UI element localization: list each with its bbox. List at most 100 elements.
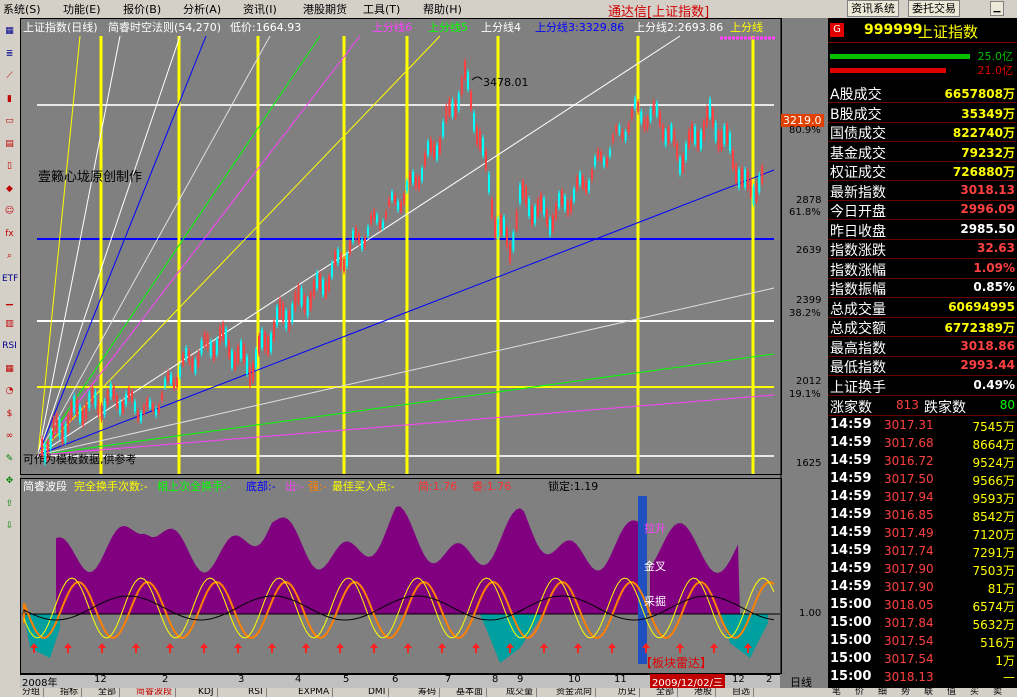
bottom-tab[interactable]: 全部 [98, 688, 121, 697]
buy-arrow-icon [370, 643, 378, 653]
candle-body [488, 174, 490, 192]
stat-value: 2996.09 [960, 202, 1015, 216]
people-icon[interactable]: ☺ [2, 204, 17, 218]
chart-icon[interactable]: ▥ [2, 317, 17, 331]
bottom-tab[interactable]: DMI [368, 688, 390, 697]
search-icon[interactable]: ⌕ [2, 249, 17, 263]
list-icon[interactable]: ≣ [2, 47, 17, 61]
menu-system[interactable]: 系统(S) [3, 1, 41, 17]
candle-body [406, 181, 408, 191]
menu-analysis[interactable]: 分析(A) [183, 1, 221, 17]
panel-tab[interactable]: 值 [947, 688, 956, 697]
line-chart-icon[interactable]: ⟋ [2, 69, 17, 83]
candle-icon[interactable]: ▮ [2, 92, 17, 106]
up-icon[interactable]: ⇧ [2, 497, 17, 511]
stat-value: 0.85% [973, 280, 1015, 294]
candle-body [445, 106, 448, 122]
x-label-1: 12 [94, 674, 107, 685]
candle-body [694, 126, 696, 144]
tick-price: 3018.13 [884, 670, 934, 684]
bottom-tab[interactable]: 成交量 [506, 688, 538, 697]
pencil-icon[interactable]: ✎ [2, 452, 17, 466]
panel-tab[interactable]: 价 [855, 688, 864, 697]
gift-icon[interactable]: ◆ [2, 182, 17, 196]
candle-body [215, 339, 218, 355]
tick-price: 3017.74 [884, 544, 934, 558]
tick-time: 14:59 [830, 525, 872, 540]
candle-body [282, 303, 285, 322]
page-icon[interactable]: ▯ [2, 159, 17, 173]
fx-icon[interactable]: fx [2, 227, 17, 241]
vol-icon[interactable]: ▁ [2, 294, 17, 308]
menu-quote[interactable]: 报价(B) [123, 1, 161, 17]
candle-body [627, 123, 630, 133]
bottom-tab[interactable]: KDJ [198, 688, 218, 697]
bottom-tab[interactable]: 资金流向 [556, 688, 597, 697]
table-icon[interactable]: ▤ [2, 137, 17, 151]
sector-radar-button[interactable]: 【板块雷达】 [640, 654, 712, 671]
k-line-chart[interactable] [20, 18, 828, 697]
indicator-item-3: 出:- [285, 480, 304, 493]
menu-tools[interactable]: 工具(T) [363, 1, 400, 17]
minimize-icon[interactable]: ▁ [990, 1, 1004, 16]
candle-body [264, 332, 266, 351]
y-label-indicator: 1.00 [799, 608, 822, 619]
candle-body [755, 184, 758, 202]
menu-help[interactable]: 帮助(H) [423, 1, 462, 17]
bottom-tab[interactable]: RSI [248, 688, 267, 697]
pie-icon[interactable]: ◔ [2, 384, 17, 398]
stat-label: 基金成交 [830, 145, 886, 162]
panel-tab[interactable]: 联 [924, 688, 933, 697]
down-count-value: 80 [999, 398, 1015, 412]
tick-row: 15:00 3017.54 1万 [828, 650, 1017, 668]
tick-row: 14:59 3017.94 9593万 [828, 488, 1017, 506]
bottom-tab[interactable]: 基本面 [456, 688, 488, 697]
bar-icon[interactable]: ▦ [2, 362, 17, 376]
grid-icon[interactable]: ▦ [2, 24, 17, 38]
window-icon[interactable]: ▭ [2, 114, 17, 128]
g-icon[interactable]: G [830, 23, 844, 37]
info-system-button[interactable]: 资讯系统 [847, 0, 899, 17]
candle-body [67, 414, 70, 432]
panel-tab[interactable]: 卖 [993, 688, 1002, 697]
candle-body [749, 179, 752, 198]
menu-info[interactable]: 资讯(I) [243, 1, 277, 17]
candle-body [379, 221, 381, 229]
dollar-icon[interactable]: $ [2, 407, 17, 421]
down-icon[interactable]: ⇩ [2, 519, 17, 533]
link-icon[interactable]: ∞ [2, 429, 17, 443]
bottom-tab[interactable]: 全部 [656, 688, 679, 697]
inflow-bar [830, 54, 970, 59]
rsi-icon[interactable]: RSI [2, 339, 17, 353]
stat-value: 3018.13 [960, 182, 1015, 197]
candle-body [73, 395, 76, 413]
buy-arrow-icon [200, 643, 208, 653]
menu-hk-futures[interactable]: 港股期货 [303, 1, 347, 17]
panel-tab[interactable]: 买 [970, 688, 979, 697]
candle-body [634, 98, 636, 108]
bottom-tab[interactable]: 简睿波段 [136, 688, 177, 697]
candle-body [285, 310, 288, 329]
trade-button[interactable]: 委托交易 [908, 0, 960, 17]
bottom-tab[interactable]: 自选 [732, 688, 755, 697]
chart-area[interactable]: 上证指数(日线) 简睿时空法则(54,270) 低价:1664.93 上分线6 … [20, 18, 828, 697]
menu-function[interactable]: 功能(E) [63, 1, 101, 17]
bottom-tab[interactable]: 港股 [694, 688, 717, 697]
candle-body [430, 139, 432, 153]
move-icon[interactable]: ✥ [2, 474, 17, 488]
etf-icon[interactable]: ETF [2, 272, 18, 286]
bottom-tab[interactable]: 指标 [60, 688, 83, 697]
candle-body [588, 180, 590, 191]
panel-tab[interactable]: 细 [878, 688, 887, 697]
candle-body [222, 323, 224, 340]
bottom-tab[interactable]: EXPMA [298, 688, 334, 697]
panel-tab[interactable]: 笔 [832, 688, 841, 697]
candle-body [637, 101, 640, 112]
panel-tab[interactable]: 势 [901, 688, 910, 697]
money-flow-bars: 25.0亿 21.0亿 [828, 46, 1017, 82]
candle-body [682, 155, 684, 172]
bottom-tab[interactable]: 筹码 [418, 688, 441, 697]
bottom-tab[interactable]: 历史 [618, 688, 641, 697]
bottom-tab[interactable]: 分组 [22, 688, 45, 697]
candle-body [600, 152, 602, 161]
